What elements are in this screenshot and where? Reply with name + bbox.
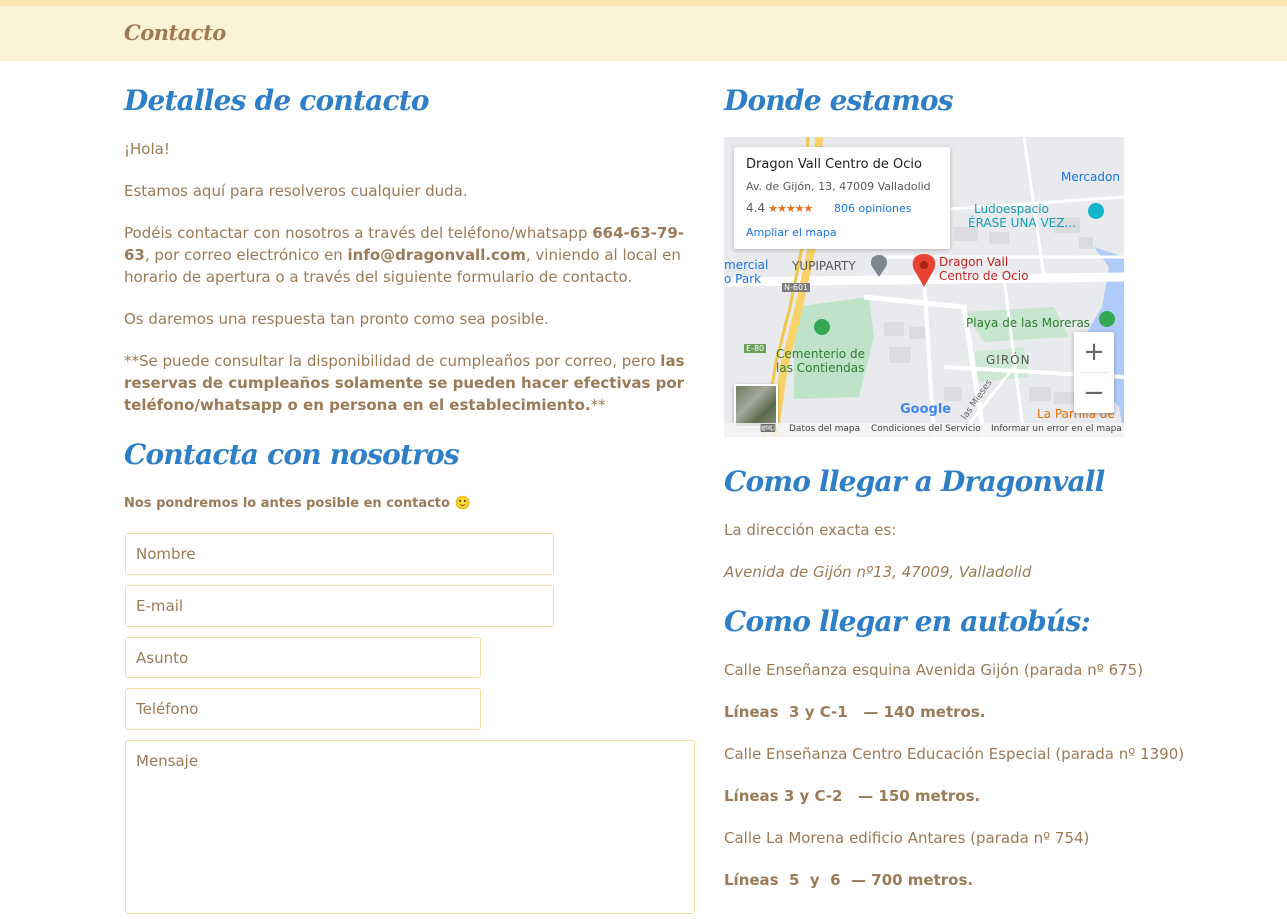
rating-stars-icon: ★★★★★ bbox=[768, 202, 813, 215]
map-label-e80: E-80 bbox=[744, 344, 767, 353]
form-intro-text: Nos pondremos lo antes posible en contac… bbox=[124, 496, 471, 511]
map-label-playa: Playa de las Moreras bbox=[966, 316, 1091, 330]
rating-value: 4.4 bbox=[746, 201, 766, 215]
keyboard-shortcuts-icon[interactable]: ⌨ bbox=[760, 422, 776, 435]
exact-address: Avenida de Gijón nº13, 47009, Valladolid bbox=[724, 563, 1032, 581]
place-info-card: Dragon Vall Centro de Ocio Av. de Gijón,… bbox=[734, 147, 950, 249]
enlarge-map-link[interactable]: Ampliar el mapa bbox=[746, 226, 837, 239]
contact-mid-text: , por correo electrónico en bbox=[144, 246, 348, 264]
phone-input[interactable] bbox=[125, 688, 481, 730]
bus-lines-1: Líneas 3 y C-1 — 140 metros. bbox=[724, 703, 986, 721]
map-label-erase: ÉRASE UNA VEZ... bbox=[968, 216, 1076, 230]
birthday-note: **Se puede consultar la disponibilidad d… bbox=[124, 350, 700, 416]
bus-stop-2: Calle Enseñanza Centro Educación Especia… bbox=[724, 745, 1185, 763]
bus-lines-3: Líneas 5 y 6 — 700 metros. bbox=[724, 871, 974, 889]
contact-methods-text: Podéis contactar con nosotros a través d… bbox=[124, 222, 696, 288]
map-label-ludoespacio: Ludoespacio bbox=[974, 202, 1049, 216]
intro-text: Estamos aquí para resolveros cualquier d… bbox=[124, 182, 468, 200]
bus-stop-1: Calle Enseñanza esquina Avenida Gijón (p… bbox=[724, 661, 1144, 679]
greeting-text: ¡Hola! bbox=[124, 140, 170, 158]
marker-label-1: Dragon Vall bbox=[939, 255, 1009, 269]
note-post-text: ** bbox=[590, 396, 606, 414]
map-label-mercadona: Mercadon bbox=[1061, 170, 1120, 184]
map-label-comercial-1: mercial bbox=[724, 258, 769, 272]
contact-form-heading: Contacta con nosotros bbox=[124, 438, 460, 471]
contact-details-heading: Detalles de contacto bbox=[124, 84, 430, 117]
map-footer: ⌨ Datos del mapa Condiciones del Servici… bbox=[724, 422, 1124, 437]
terms-link[interactable]: Condiciones del Servicio bbox=[871, 424, 981, 434]
page-title: Contacto bbox=[124, 20, 226, 45]
subject-input[interactable] bbox=[125, 637, 481, 678]
place-name: Dragon Vall Centro de Ocio bbox=[746, 157, 922, 172]
map-label-n601: N-601 bbox=[782, 283, 811, 292]
reply-text: Os daremos una respuesta tan pronto como… bbox=[124, 310, 549, 328]
map-data-link[interactable]: Datos del mapa bbox=[789, 424, 860, 434]
report-error-link[interactable]: Informar un error en el mapa bbox=[991, 424, 1122, 434]
bus-stop-3: Calle La Morena edificio Antares (parada… bbox=[724, 829, 1090, 847]
google-map[interactable]: Dragon Vall Centro de Ocio Av. de Gijón,… bbox=[724, 137, 1124, 437]
reviews-link[interactable]: 806 opiniones bbox=[834, 202, 912, 215]
place-rating: 4.4 ★★★★★ bbox=[746, 201, 813, 215]
marker-label-2: Centro de Ocio bbox=[939, 269, 1029, 283]
note-pre-text: **Se puede consultar la disponibilidad d… bbox=[124, 352, 661, 370]
place-address: Av. de Gijón, 13, 47009 Valladolid bbox=[746, 180, 931, 193]
bus-lines-2: Líneas 3 y C-2 — 150 metros. bbox=[724, 787, 981, 805]
email-address: info@dragonvall.com bbox=[347, 246, 526, 264]
bus-heading: Como llegar en autobús: bbox=[724, 605, 1091, 638]
google-logo: Google bbox=[900, 402, 952, 417]
name-input[interactable] bbox=[125, 533, 554, 575]
address-label: La dirección exacta es: bbox=[724, 521, 897, 539]
message-textarea[interactable] bbox=[125, 740, 695, 914]
zoom-out-button[interactable]: − bbox=[1074, 373, 1114, 413]
zoom-controls: + − bbox=[1074, 332, 1114, 413]
page-header: Contacto bbox=[0, 0, 1287, 61]
contact-pre-text: Podéis contactar con nosotros a través d… bbox=[124, 224, 593, 242]
zoom-in-button[interactable]: + bbox=[1074, 332, 1114, 372]
email-input[interactable] bbox=[125, 585, 554, 627]
map-label-yupiparty: YUPIPARTY bbox=[792, 259, 856, 273]
directions-heading: Como llegar a Dragonvall bbox=[724, 465, 1105, 498]
map-label-giron: GIRÓN bbox=[986, 353, 1031, 367]
map-label-cementerio-2: las Contiendas bbox=[776, 361, 865, 375]
where-heading: Donde estamos bbox=[724, 84, 954, 117]
map-label-cementerio-1: Cementerio de bbox=[776, 347, 865, 361]
map-label-comercial-2: o Park bbox=[724, 272, 762, 286]
